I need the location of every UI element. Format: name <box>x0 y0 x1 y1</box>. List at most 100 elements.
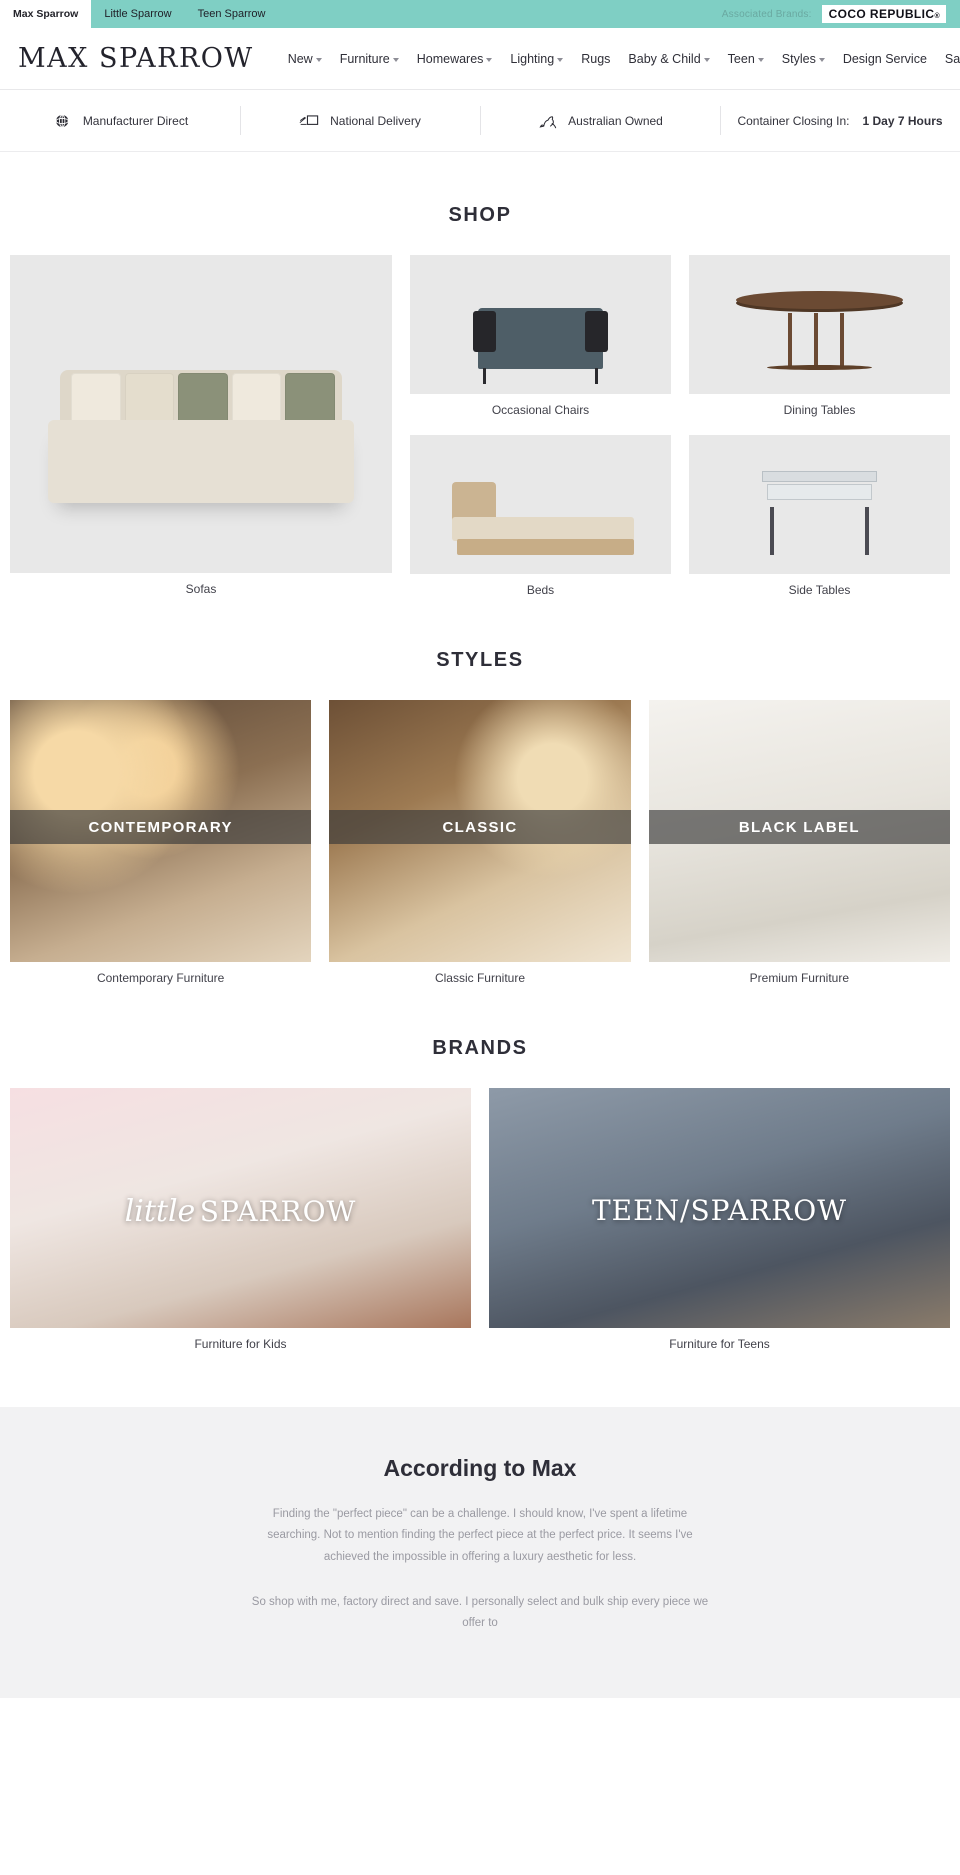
style-tile-label: Classic Furniture <box>434 971 525 985</box>
brand-tile-label: Furniture for Kids <box>194 1337 287 1351</box>
nav-item-styles[interactable]: Styles <box>774 46 833 72</box>
sofa-cushion <box>178 372 228 427</box>
teen-sparrow-wordmark: TEEN/SPARROW <box>489 1194 950 1227</box>
countdown-value: 1 Day 7 Hours <box>862 113 943 128</box>
brand-tile-teen-sparrow[interactable]: TEEN/SPARROW Furniture for Teens <box>489 1088 950 1351</box>
trust-item-national-delivery: National Delivery <box>240 90 480 151</box>
shop-tile-label: Dining Tables <box>783 403 856 417</box>
side-table-top <box>762 471 877 483</box>
bed-base <box>456 539 635 555</box>
associated-brands: Associated Brands: COCO REPUBLIC ® <box>722 0 960 28</box>
bed-image[interactable] <box>410 435 671 574</box>
little-sparrow-wordmark: little SPARROW <box>10 1194 471 1229</box>
wordmark-script: little <box>124 1193 196 1229</box>
little-sparrow-room-image[interactable]: little SPARROW <box>10 1088 471 1328</box>
nav-item-sale[interactable]: Sale <box>937 46 960 72</box>
sofa-seat <box>48 420 354 504</box>
nav-item-lighting[interactable]: Lighting <box>502 46 571 72</box>
teen-sparrow-room-image[interactable]: TEEN/SPARROW <box>489 1088 950 1328</box>
occasional-chair-image[interactable] <box>410 255 671 394</box>
coco-republic-logo[interactable]: COCO REPUBLIC ® <box>821 5 946 23</box>
shop-tile-sofas[interactable]: Sofas <box>10 255 392 597</box>
main-navigation: MAX SPARROW New Furniture Homewares Ligh… <box>0 28 960 90</box>
nav-item-homewares[interactable]: Homewares <box>409 46 501 72</box>
shop-section-title: SHOP <box>448 204 512 226</box>
coco-republic-label: COCO REPUBLIC <box>828 7 935 21</box>
trust-item-label: National Delivery <box>330 113 421 128</box>
shop-tile-side-tables[interactable]: Side Tables <box>689 435 950 597</box>
table-top <box>735 291 904 310</box>
sofa-cushion <box>231 372 282 427</box>
brand-tile-little-sparrow[interactable]: little SPARROW Furniture for Kids <box>10 1088 471 1351</box>
chevron-down-icon <box>557 57 564 62</box>
brands-grid: little SPARROW Furniture for Kids TEEN/S… <box>10 1088 950 1351</box>
side-table-drawer <box>767 483 872 501</box>
nav-item-design-service[interactable]: Design Service <box>835 46 935 72</box>
chevron-down-icon <box>757 57 764 62</box>
nav-item-baby-and-child[interactable]: Baby & Child <box>620 46 717 72</box>
according-to-max-paragraph-1: Finding the "perfect piece" can be a cha… <box>267 1508 693 1563</box>
nav-item-label: New <box>287 51 313 66</box>
brands-section-title: BRANDS <box>432 1037 528 1059</box>
countdown-label: Container Closing In: <box>737 113 850 128</box>
style-tile-label: Premium Furniture <box>749 971 849 985</box>
according-to-max-title: According to Max <box>383 1455 577 1481</box>
styles-section-title: STYLES <box>436 649 524 671</box>
shop-tile-occasional-chairs[interactable]: Occasional Chairs <box>410 255 671 417</box>
nav-item-teen[interactable]: Teen <box>720 46 772 72</box>
nav-item-new[interactable]: New <box>280 46 330 72</box>
topbar-tab-teen-sparrow[interactable]: Teen Sparrow <box>185 0 279 28</box>
chevron-down-icon <box>818 57 825 62</box>
kangaroo-icon <box>539 115 557 128</box>
chevron-down-icon <box>315 57 322 62</box>
shop-tile-beds[interactable]: Beds <box>410 435 671 597</box>
topbar-tab-label: Teen Sparrow <box>197 8 266 20</box>
shop-tile-label: Beds <box>526 583 555 597</box>
nav-item-label: Styles <box>781 51 816 66</box>
shop-section: SHOP Sofas Occasional Chairs Dining Tabl… <box>0 204 960 597</box>
sofa-image[interactable] <box>10 255 392 573</box>
nav-item-furniture[interactable]: Furniture <box>332 46 407 72</box>
style-overlay-label: BLACK LABEL <box>648 810 950 845</box>
nav-item-label: Lighting <box>510 51 555 66</box>
nav-item-rugs[interactable]: Rugs <box>573 46 618 72</box>
shop-tile-label: Side Tables <box>788 583 851 597</box>
trust-bar: Manufacturer Direct National Delivery Au… <box>0 90 960 152</box>
shop-tile-label: Occasional Chairs <box>491 403 590 417</box>
style-tile-contemporary[interactable]: CONTEMPORARY Contemporary Furniture <box>10 700 312 985</box>
chevron-down-icon <box>392 57 399 62</box>
wordmark-caps: SPARROW <box>199 1194 357 1228</box>
nav-item-label: Baby & Child <box>628 51 701 66</box>
shop-tile-label: Sofas <box>185 582 217 596</box>
topbar-tab-little-sparrow[interactable]: Little Sparrow <box>91 0 184 28</box>
style-overlay-label: CLASSIC <box>329 810 631 845</box>
delivery-truck-icon <box>299 114 319 125</box>
chair-arm <box>584 310 609 353</box>
site-logo[interactable]: MAX SPARROW <box>18 43 254 74</box>
nav-item-label: Homewares <box>416 51 484 66</box>
trust-item-label: Australian Owned <box>568 113 663 128</box>
styles-grid: CONTEMPORARY Contemporary Furniture CLAS… <box>10 700 950 985</box>
topbar-tab-label: Max Sparrow <box>13 8 79 20</box>
side-table-image[interactable] <box>689 435 950 574</box>
according-to-max-section: According to Max Finding the "perfect pi… <box>0 1407 960 1699</box>
table-base <box>767 365 872 371</box>
trust-item-manufacturer-direct: Manufacturer Direct <box>0 90 240 151</box>
shop-grid: Sofas Occasional Chairs Dining Tables Be… <box>10 255 950 597</box>
style-tile-black-label[interactable]: BLACK LABEL Premium Furniture <box>648 700 950 985</box>
chevron-down-icon <box>486 57 493 62</box>
style-overlay-label: CONTEMPORARY <box>10 810 312 845</box>
topbar-tab-label: Little Sparrow <box>104 8 172 20</box>
nav-item-label: Design Service <box>842 51 927 66</box>
nav-item-label: Rugs <box>581 51 611 66</box>
style-tile-classic[interactable]: CLASSIC Classic Furniture <box>329 700 631 985</box>
registered-mark: ® <box>934 13 940 20</box>
shop-tile-dining-tables[interactable]: Dining Tables <box>689 255 950 417</box>
chevron-down-icon <box>703 57 710 62</box>
sofa-cushion <box>124 372 175 427</box>
topbar-tab-max-sparrow[interactable]: Max Sparrow <box>0 0 92 28</box>
dining-table-image[interactable] <box>689 255 950 394</box>
nav-links: New Furniture Homewares Lighting Rugs Ba… <box>280 46 960 72</box>
according-to-max-paragraph-2: So shop with me, factory direct and save… <box>251 1595 709 1630</box>
trust-item-australian-owned: Australian Owned <box>480 90 720 151</box>
